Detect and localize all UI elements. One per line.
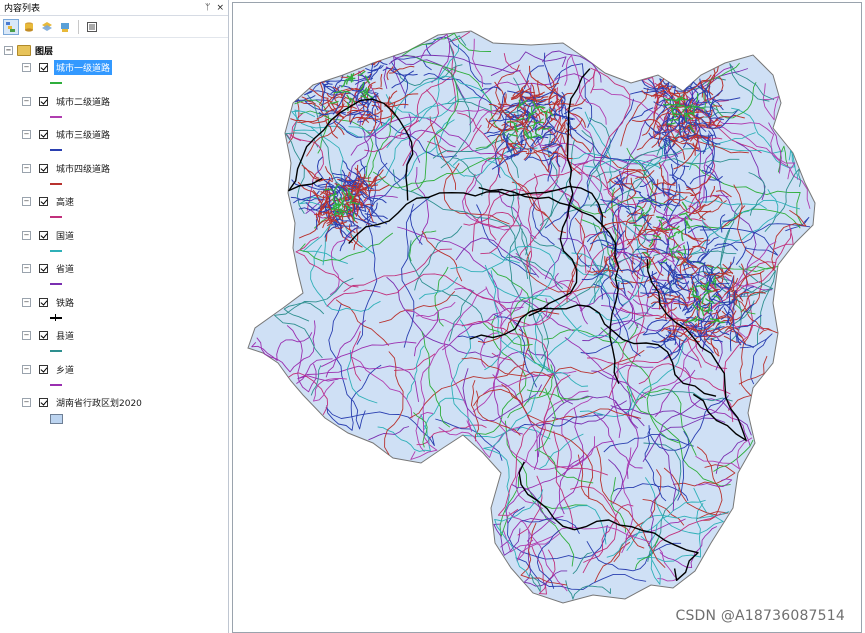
close-icon[interactable]: ×: [216, 3, 224, 13]
options-icon[interactable]: [84, 19, 100, 35]
layer-row[interactable]: − 城市一级道路: [22, 59, 113, 75]
list-by-source-icon[interactable]: [21, 19, 37, 35]
root-label: 图层: [35, 46, 54, 57]
road-line: [709, 318, 719, 321]
pin-icon[interactable]: ᛘ: [205, 3, 210, 13]
layer-row[interactable]: − 乡道: [22, 362, 76, 376]
layer-name[interactable]: 城市四级道路: [54, 161, 112, 176]
layer-row[interactable]: − 县道: [22, 328, 76, 342]
collapse-icon[interactable]: −: [22, 62, 31, 72]
road-line: [676, 104, 686, 107]
collapse-icon[interactable]: −: [22, 330, 31, 340]
layer-row[interactable]: − 国道: [22, 228, 76, 242]
layer-name[interactable]: 国道: [54, 228, 76, 243]
map-view[interactable]: CSDN @A18736087514: [232, 2, 862, 633]
collapse-icon[interactable]: −: [22, 196, 31, 206]
layer-name[interactable]: 城市一级道路: [54, 59, 113, 75]
list-by-visibility-icon[interactable]: [39, 19, 55, 35]
folder-icon: [17, 44, 31, 56]
layer-name[interactable]: 铁路: [54, 295, 76, 310]
layer-row[interactable]: − 省道: [22, 261, 76, 275]
legend-line-symbol[interactable]: [50, 283, 62, 285]
legend-line-symbol[interactable]: [50, 250, 62, 252]
layer-visibility-checkbox[interactable]: [39, 397, 48, 407]
legend-line-symbol[interactable]: [50, 82, 62, 84]
legend-line-symbol[interactable]: [50, 183, 62, 185]
collapse-icon[interactable]: −: [22, 364, 31, 374]
collapse-icon[interactable]: −: [22, 263, 31, 273]
collapse-icon[interactable]: −: [22, 397, 31, 407]
layer-visibility-checkbox[interactable]: [39, 364, 48, 374]
collapse-icon[interactable]: −: [22, 129, 31, 139]
layer-visibility-checkbox[interactable]: [39, 196, 48, 206]
layer-name[interactable]: 城市三级道路: [54, 127, 112, 142]
legend-line-symbol[interactable]: [50, 116, 62, 118]
road-line: [717, 282, 730, 285]
layer-visibility-checkbox[interactable]: [39, 129, 48, 139]
legend-polygon-symbol[interactable]: [50, 414, 63, 424]
legend-line-symbol[interactable]: [50, 216, 62, 218]
layer-name[interactable]: 县道: [54, 328, 76, 343]
layer-visibility-checkbox[interactable]: [39, 297, 48, 307]
layer-visibility-checkbox[interactable]: [39, 330, 48, 340]
layer-visibility-checkbox[interactable]: [39, 62, 48, 72]
layer-visibility-checkbox[interactable]: [39, 230, 48, 240]
layer-name[interactable]: 高速: [54, 194, 76, 209]
legend-line-symbol[interactable]: [50, 149, 62, 151]
toc-toolbar: [0, 16, 228, 38]
layer-row[interactable]: − 铁路: [22, 295, 76, 309]
legend-railway-symbol[interactable]: [50, 314, 62, 321]
toolbar-separator: [78, 19, 79, 34]
layer-visibility-checkbox[interactable]: [39, 263, 48, 273]
layer-name[interactable]: 湖南省行政区划2020: [54, 395, 144, 410]
toc-title: 内容列表: [4, 4, 41, 14]
layers-root[interactable]: − 图层: [4, 43, 53, 57]
legend-line-symbol[interactable]: [50, 384, 62, 386]
watermark: CSDN @A18736087514: [675, 608, 845, 624]
map-canvas[interactable]: [233, 3, 862, 633]
layer-row[interactable]: − 高速: [22, 194, 76, 208]
layer-row[interactable]: − 城市二级道路: [22, 94, 112, 108]
collapse-icon[interactable]: −: [22, 230, 31, 240]
layer-visibility-checkbox[interactable]: [39, 96, 48, 106]
layer-name[interactable]: 乡道: [54, 362, 76, 377]
legend-line-symbol[interactable]: [50, 350, 62, 352]
layer-row[interactable]: − 湖南省行政区划2020: [22, 395, 144, 409]
road-line: [669, 103, 679, 106]
list-by-drawing-order-icon[interactable]: [3, 18, 19, 35]
collapse-icon[interactable]: −: [22, 163, 31, 173]
layer-row[interactable]: − 城市三级道路: [22, 127, 112, 141]
layer-visibility-checkbox[interactable]: [39, 163, 48, 173]
layer-row[interactable]: − 城市四级道路: [22, 161, 112, 175]
toc-title-bar: 内容列表 ᛘ ×: [0, 0, 228, 16]
list-by-selection-icon[interactable]: [57, 19, 73, 35]
layer-name[interactable]: 城市二级道路: [54, 94, 112, 109]
collapse-icon[interactable]: −: [22, 96, 31, 106]
collapse-icon[interactable]: −: [4, 45, 13, 55]
layer-name[interactable]: 省道: [54, 261, 76, 276]
collapse-icon[interactable]: −: [22, 297, 31, 307]
road-line: [711, 105, 723, 107]
table-of-contents-panel: 内容列表 ᛘ × − 图层 − 城市一级道路 − 城市二级道路 − 城市三级道路 − 城市四级…: [0, 0, 229, 633]
